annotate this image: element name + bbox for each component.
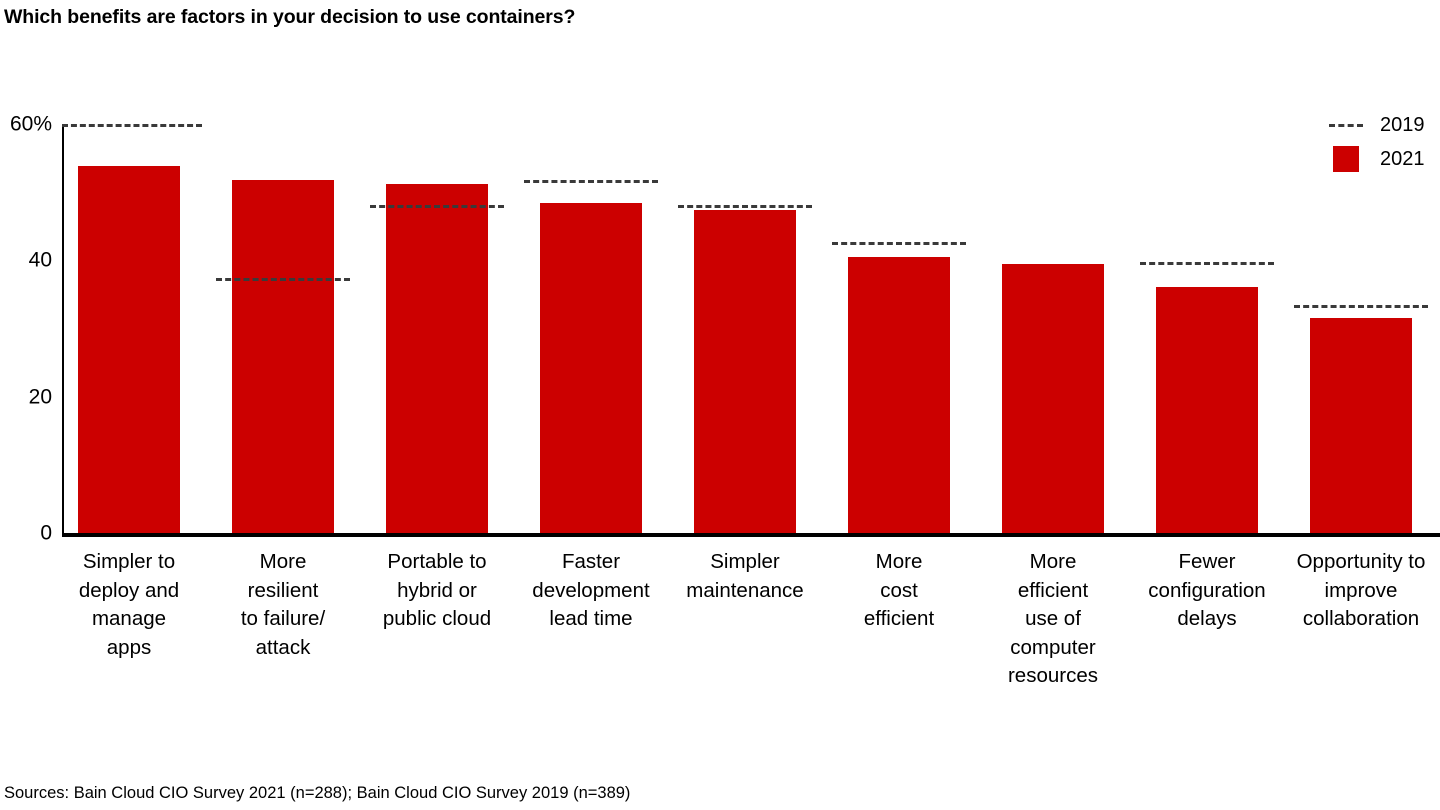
bar-2021 (386, 184, 488, 533)
y-axis-line (62, 124, 64, 534)
label-line: resources (1007, 664, 1098, 687)
label-line: lead time (549, 607, 633, 630)
bar-2021 (540, 203, 642, 533)
reference-line-2019 (370, 205, 504, 209)
label-line: More (1029, 550, 1077, 573)
label-line: More (259, 550, 307, 573)
x-axis-label-4: Faster development lead time (516, 548, 666, 634)
reference-line-2019 (832, 241, 966, 245)
label-line: deploy and (78, 578, 180, 602)
gridline-60-percent (62, 124, 202, 127)
y-axis-tick-20: 20 (28, 385, 52, 409)
bar-2021 (78, 166, 180, 533)
x-axis-label-7: More efficient use of computer resources (978, 548, 1128, 691)
label-line: attack (255, 635, 311, 659)
bar-2021 (1310, 318, 1412, 533)
label-line: efficient (863, 607, 935, 630)
label-line: collaboration (1302, 607, 1420, 630)
plot-area: 0 20 40 60% Simpler to deploy and manage apps M… (0, 0, 1440, 810)
label-line: configuration (1148, 578, 1266, 602)
label-line: cost (880, 578, 918, 602)
x-axis-label-1: Simpler to deploy and manage apps (54, 548, 204, 662)
label-line: use of (1025, 607, 1081, 630)
label-line: More (875, 550, 923, 573)
label-line: efficient (1017, 578, 1089, 602)
label-line: public cloud (382, 607, 492, 630)
label-line: improve (1324, 578, 1398, 602)
y-axis-tick-60: 60% (9, 112, 52, 136)
bar-2021 (848, 256, 950, 533)
x-axis-line (62, 533, 1440, 537)
x-axis-label-9: Opportunity to improve collaboration (1286, 548, 1436, 634)
x-axis-label-2: More resilient to failure/attack (208, 548, 358, 662)
bar-2021 (1002, 264, 1104, 533)
bar-2021 (1156, 286, 1258, 533)
reference-line-2019 (524, 179, 658, 183)
label-line: manage (91, 607, 167, 630)
label-line: development (532, 578, 650, 602)
x-axis-label-6: More cost efficient (824, 548, 974, 634)
reference-line-2019 (678, 205, 812, 209)
label-line: delays (1177, 607, 1237, 630)
label-line: apps (106, 635, 152, 659)
label-line: Opportunity to (1296, 550, 1426, 573)
label-line: to failure/ (240, 607, 326, 630)
label-line: Fewer (1178, 550, 1236, 573)
label-line: Faster (561, 550, 621, 573)
x-axis-label-8: Fewer configuration delays (1132, 548, 1282, 634)
reference-line-2019 (1294, 305, 1428, 309)
reference-line-2019 (1140, 262, 1274, 266)
reference-line-2019 (216, 278, 350, 282)
y-axis-tick-40: 40 (28, 248, 52, 272)
label-line: maintenance (686, 578, 804, 602)
bar-2021 (232, 179, 334, 533)
source-note: Sources: Bain Cloud CIO Survey 2021 (n=2… (4, 784, 631, 802)
label-line: Simpler (710, 550, 780, 573)
label-line: computer (1010, 635, 1096, 659)
y-axis-tick-0: 0 (40, 521, 52, 545)
bar-2021 (694, 209, 796, 533)
x-axis-label-3: Portable to hybrid or public cloud (362, 548, 512, 634)
label-line: Simpler to (82, 550, 176, 573)
label-line: resilient (247, 578, 319, 602)
label-line: hybrid or (397, 578, 477, 602)
label-line: Portable to (387, 550, 487, 573)
x-axis-label-5: Simpler maintenance (670, 548, 820, 605)
